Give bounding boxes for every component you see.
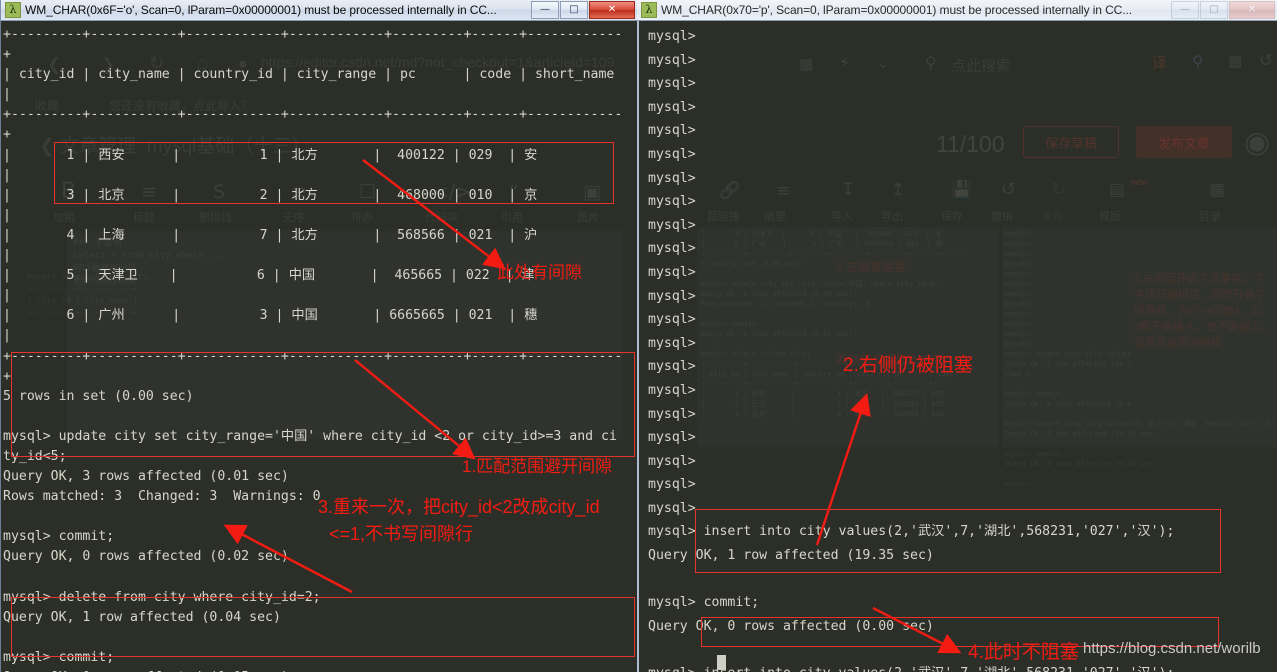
csdn-watermark: https://blog.csdn.net/worilb — [1083, 640, 1261, 657]
left-window-title: WM_CHAR(0x6F='o', Scan=0, lParam=0x00000… — [25, 3, 497, 17]
annotation-note-4: 4.此时不阻塞 — [968, 642, 1079, 663]
maximize-button[interactable]: □ — [560, 0, 588, 19]
left-terminal-body[interactable]: ❮ ❯ ↻ ⌂ ■ https://editor.csdn.net/md?not… — [0, 21, 637, 672]
annotation-note-3-line2: <=1,不书写间隙行 — [329, 524, 474, 544]
lambda-icon: λ — [641, 2, 657, 18]
minimize-button[interactable]: — — [531, 0, 559, 19]
maximize-button[interactable]: □ — [1200, 0, 1228, 19]
right-terminal-window: λ WM_CHAR(0x70='p', Scan=0, lParam=0x000… — [637, 0, 1277, 672]
ghost-toc-icon: ▦ — [1209, 180, 1226, 200]
screenshot-root: λ WM_CHAR(0x6F='o', Scan=0, lParam=0x000… — [0, 0, 1277, 672]
left-terminal-output: +---------+-----------+------------+----… — [3, 27, 623, 672]
lambda-icon: λ — [5, 2, 21, 18]
ghost-zoom-icon: ⚲ — [1192, 52, 1204, 71]
ghost-undo-arrow-icon: ↺ — [1259, 51, 1274, 71]
annotation-gap-here: 此处有间隙 — [497, 263, 582, 282]
ghost-toc-label: 目录 — [1199, 211, 1221, 223]
left-window-controls: — □ ✕ — [530, 0, 635, 20]
ghost-avatar: ◉ — [1244, 125, 1271, 160]
ghost-grid-icon: ▦ — [1228, 52, 1243, 70]
close-button[interactable]: ✕ — [1229, 0, 1275, 19]
annotation-note-3-line1: 3.重来一次，把city_id<2改成city_id — [318, 497, 600, 517]
annotation-note-2: 2.右侧仍被阻塞 — [843, 355, 973, 376]
left-window-titlebar[interactable]: λ WM_CHAR(0x6F='o', Scan=0, lParam=0x000… — [0, 0, 637, 21]
close-button[interactable]: ✕ — [589, 0, 635, 19]
right-terminal-body[interactable]: ▦ ⚡ ⌄ ⚲ 点此搜索 译 ⚲ ▦ ↺ 11/100 保存草稿 发布文章 ◉ … — [637, 21, 1277, 672]
left-terminal-window: λ WM_CHAR(0x6F='o', Scan=0, lParam=0x000… — [0, 0, 637, 672]
right-terminal-output: mysql> mysql> mysql> mysql> mysql> mysql… — [648, 29, 1175, 672]
right-window-controls: — □ ✕ — [1170, 0, 1275, 20]
terminal-cursor — [717, 655, 726, 670]
right-window-title: WM_CHAR(0x70='p', Scan=0, lParam=0x00000… — [661, 3, 1132, 17]
minimize-button[interactable]: — — [1171, 0, 1199, 19]
annotation-note-1: 1.匹配范围避开间隙 — [462, 457, 613, 476]
right-window-titlebar[interactable]: λ WM_CHAR(0x70='p', Scan=0, lParam=0x000… — [637, 0, 1277, 21]
